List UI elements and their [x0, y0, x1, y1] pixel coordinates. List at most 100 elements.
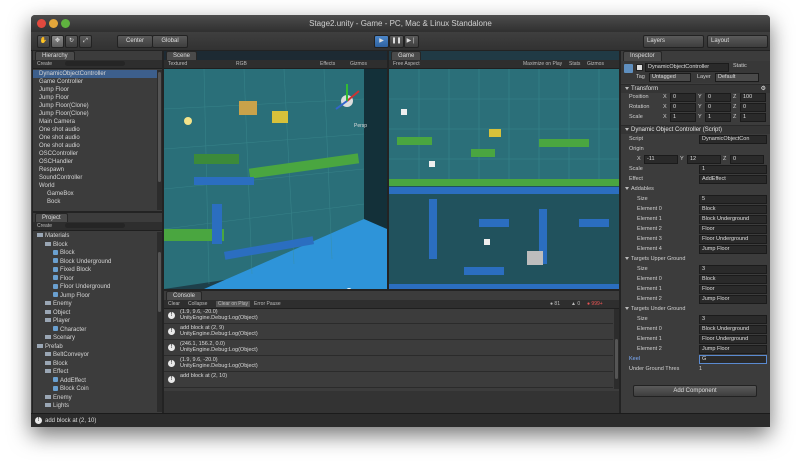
console-collapse-button[interactable]: Collapse: [188, 301, 207, 307]
tag-dropdown[interactable]: Untagged: [649, 73, 691, 82]
game-gizmos-dropdown[interactable]: Gizmos: [587, 61, 604, 67]
project-create-button[interactable]: Create: [37, 223, 52, 229]
hierarchy-item[interactable]: Game Controller: [33, 78, 162, 86]
element-object-field[interactable]: Floor Underground: [699, 235, 767, 244]
origin-z[interactable]: 0: [730, 155, 764, 164]
hierarchy-item[interactable]: OSCController: [33, 150, 162, 158]
error-count[interactable]: ● 999+: [587, 301, 603, 307]
hierarchy-item[interactable]: SoundController: [33, 174, 162, 182]
origin-y[interactable]: 12: [687, 155, 721, 164]
element-object-field[interactable]: Jump Floor: [699, 245, 767, 254]
console-entry[interactable]: ! add block at (2, 10): [164, 373, 613, 388]
active-checkbox[interactable]: [636, 64, 643, 71]
static-toggle[interactable]: Static: [733, 62, 747, 70]
element-object-field[interactable]: Jump Floor: [699, 295, 767, 304]
hierarchy-item[interactable]: Jump Floor: [33, 94, 162, 102]
warn-count[interactable]: ▲ 0: [571, 301, 580, 307]
targets-upper-size-field[interactable]: 3: [699, 265, 767, 274]
hierarchy-item[interactable]: One shot audio: [33, 126, 162, 134]
position-z[interactable]: 100: [740, 93, 766, 102]
scale-x[interactable]: 1: [670, 113, 696, 122]
project-folder[interactable]: Object: [33, 309, 162, 317]
hierarchy-item[interactable]: Main Camera: [33, 118, 162, 126]
project-asset[interactable]: Fixed Block: [33, 266, 162, 274]
add-component-button[interactable]: Add Component: [633, 385, 757, 397]
project-folder[interactable]: Scenary: [33, 334, 162, 342]
hierarchy-item[interactable]: Respawn: [33, 166, 162, 174]
hierarchy-item[interactable]: GameBox: [33, 190, 162, 198]
hierarchy-item[interactable]: Jump Floor(Clone): [33, 110, 162, 118]
info-count[interactable]: ● 81: [550, 301, 560, 307]
hierarchy-item[interactable]: OSCHandler: [33, 158, 162, 166]
project-asset[interactable]: Block Coin: [33, 385, 162, 393]
project-folder[interactable]: Player: [33, 317, 162, 325]
effects-dropdown[interactable]: Effects: [320, 61, 335, 67]
hierarchy-item[interactable]: Bock: [33, 198, 162, 206]
console-scrollbar[interactable]: [614, 309, 619, 389]
render-mode-dropdown[interactable]: RGB: [236, 61, 247, 67]
hierarchy-item[interactable]: One shot audio: [33, 142, 162, 150]
console-clear-button[interactable]: Clear: [168, 301, 180, 307]
addables-header[interactable]: Addables: [625, 185, 654, 193]
maximize-on-play-toggle[interactable]: Maximize on Play: [523, 61, 562, 67]
hierarchy-item[interactable]: One shot audio: [33, 134, 162, 142]
transform-header[interactable]: Transform ⚙: [621, 84, 770, 93]
rotation-y[interactable]: 0: [705, 103, 731, 112]
hierarchy-scrollbar[interactable]: [157, 70, 162, 210]
scene-viewport[interactable]: Persp: [164, 69, 387, 289]
rotation-z[interactable]: 0: [740, 103, 766, 112]
scale-y[interactable]: 1: [705, 113, 731, 122]
scale-z[interactable]: 1: [740, 113, 766, 122]
project-asset[interactable]: Floor: [33, 275, 162, 283]
under-ground-threshold-value[interactable]: 1: [699, 365, 702, 373]
hierarchy-item[interactable]: DynamicObjectController: [33, 70, 162, 78]
game-viewport[interactable]: [389, 69, 619, 289]
script-component-header[interactable]: Dynamic Object Controller (Script): [621, 125, 770, 134]
console-entry[interactable]: ! (1.9, 9.6, -20.0) UnityEngine.Debug:Lo…: [164, 357, 613, 372]
console-entry[interactable]: ! (1.9, 9.6, -20.0) UnityEngine.Debug:Lo…: [164, 309, 613, 324]
layers-dropdown[interactable]: Layers: [643, 35, 704, 48]
element-object-field[interactable]: Block Underground: [699, 325, 767, 334]
project-folder[interactable]: Prefab: [33, 343, 162, 351]
project-folder[interactable]: Enemy: [33, 300, 162, 308]
shading-mode-dropdown[interactable]: Textured: [168, 61, 187, 67]
element-object-field[interactable]: Jump Floor: [699, 345, 767, 354]
origin-x[interactable]: -11: [644, 155, 678, 164]
play-button[interactable]: ▶: [374, 35, 389, 48]
console-scroll-thumb[interactable]: [615, 339, 618, 379]
object-name-input[interactable]: DynamicObjectController: [645, 63, 729, 72]
hierarchy-item[interactable]: Jump Floor: [33, 86, 162, 94]
layout-dropdown[interactable]: Layout: [707, 35, 768, 48]
step-button[interactable]: ▶❘: [404, 35, 419, 48]
move-tool-button[interactable]: ✥: [51, 35, 64, 48]
pause-button[interactable]: ❚❚: [389, 35, 404, 48]
console-clear-on-play-toggle[interactable]: Clear on Play: [216, 301, 251, 307]
rotation-x[interactable]: 0: [670, 103, 696, 112]
project-folder[interactable]: Block: [33, 241, 162, 249]
pivot-center-toggle[interactable]: Center: [117, 35, 153, 48]
hand-tool-button[interactable]: ✋: [37, 35, 50, 48]
rotate-tool-button[interactable]: ↻: [65, 35, 78, 48]
project-folder[interactable]: BeltConveyor: [33, 351, 162, 359]
console-entry[interactable]: ! (246.1, 156.2, 0.0) UnityEngine.Debug:…: [164, 341, 613, 356]
script-field[interactable]: DynamicObjectCon: [699, 135, 767, 144]
project-asset[interactable]: Block: [33, 249, 162, 257]
inspector-tab[interactable]: Inspector: [623, 51, 662, 61]
component-scale-field[interactable]: 1: [699, 165, 767, 174]
scale-tool-button[interactable]: ⤢: [79, 35, 92, 48]
project-asset[interactable]: Character: [33, 326, 162, 334]
aspect-dropdown[interactable]: Free Aspect: [393, 61, 420, 67]
effect-field[interactable]: AddEffect: [699, 175, 767, 184]
targets-upper-header[interactable]: Targets Upper Ground: [625, 255, 685, 263]
project-search-input[interactable]: [65, 223, 125, 228]
position-y[interactable]: 0: [705, 93, 731, 102]
project-asset[interactable]: Block Underground: [33, 258, 162, 266]
element-object-field[interactable]: Block Underground: [699, 215, 767, 224]
element-object-field[interactable]: Floor: [699, 225, 767, 234]
console-entry[interactable]: ! add block at (2, 9) UnityEngine.Debug:…: [164, 325, 613, 340]
layer-dropdown[interactable]: Default: [715, 73, 759, 82]
targets-under-size-field[interactable]: 3: [699, 315, 767, 324]
stats-toggle[interactable]: Stats: [569, 61, 580, 67]
project-folder[interactable]: Block: [33, 360, 162, 368]
project-folder[interactable]: Enemy: [33, 394, 162, 402]
